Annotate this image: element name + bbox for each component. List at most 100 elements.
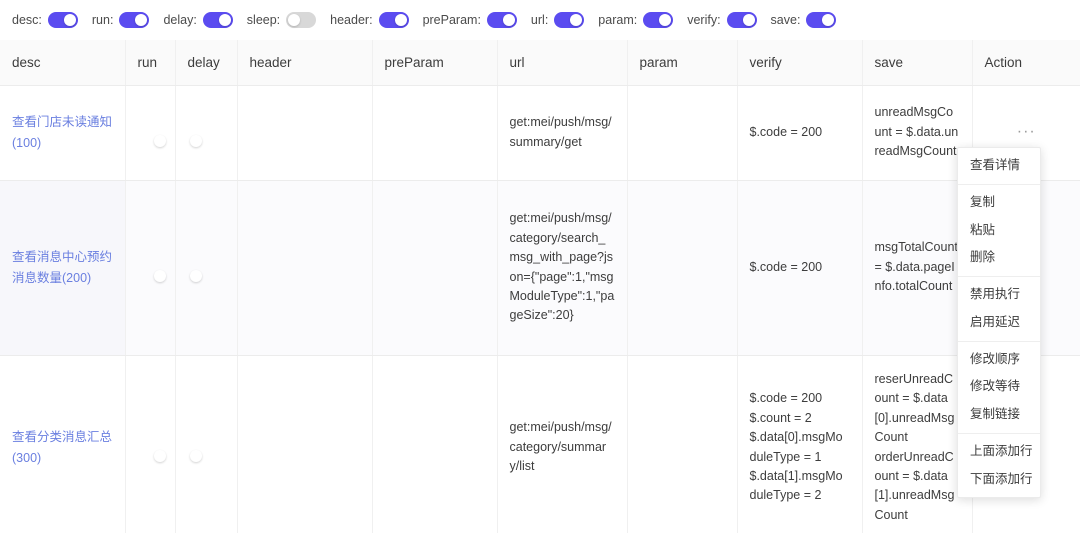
desc-link[interactable]: 查看分类消息汇总(300) <box>12 430 112 464</box>
toggle-sleep-group: sleep: <box>247 12 317 28</box>
toggle-header-group: header: <box>330 12 409 28</box>
request-table-container[interactable]: desc run delay header preParam url param verify… <box>0 40 1080 533</box>
column-header-preparam[interactable]: preParam <box>372 40 498 86</box>
menu-separator <box>958 276 1040 277</box>
desc-link[interactable]: 查看门店未读通知(100) <box>12 115 112 149</box>
row-run-toggle-knob <box>153 269 166 282</box>
toggle-save-knob <box>822 14 835 26</box>
column-header-desc[interactable]: desc <box>0 40 126 86</box>
column-header-header[interactable]: header <box>237 40 373 86</box>
column-header-param[interactable]: param <box>627 40 738 86</box>
cell-header <box>237 355 373 533</box>
cell-preparam <box>372 85 498 181</box>
toggle-delay-group: delay: <box>163 12 233 28</box>
toggle-url[interactable] <box>554 12 585 28</box>
cell-header <box>237 85 373 181</box>
row-delay-toggle-knob <box>189 134 202 147</box>
table-row[interactable]: 查看门店未读通知(100) get:mei/push/msg/summary/ge… <box>0 85 1080 181</box>
context-menu-item[interactable]: 修改顺序 <box>958 346 1040 374</box>
context-menu-item[interactable]: 上面添加行 <box>958 438 1040 466</box>
toggle-desc-label: desc: <box>12 13 42 27</box>
toggle-desc-knob <box>63 14 76 26</box>
cell-verify: $.code = 200 <box>737 180 863 356</box>
request-table: desc run delay header preParam url param verify… <box>0 40 1080 533</box>
toggle-preparam-label: preParam: <box>422 13 481 27</box>
toggle-delay-knob <box>218 14 231 26</box>
toggle-desc[interactable] <box>47 12 78 28</box>
toggle-run-knob <box>135 14 148 26</box>
toggle-url-group: url: <box>530 12 585 28</box>
cell-preparam <box>372 180 498 356</box>
toggle-verify[interactable] <box>726 12 757 28</box>
toggle-save-group: save: <box>771 12 837 28</box>
toggle-delay-label: delay: <box>163 13 197 27</box>
cell-url: get:mei/push/msg/category/summary/list <box>497 355 628 533</box>
toggle-header[interactable] <box>378 12 409 28</box>
column-header-run[interactable]: run <box>125 40 176 86</box>
toggle-url-knob <box>570 14 583 26</box>
context-menu-item[interactable]: 禁用执行 <box>958 281 1040 309</box>
toggle-preparam[interactable] <box>486 12 517 28</box>
cell-header <box>237 180 373 356</box>
row-more-actions-icon[interactable]: ··· <box>1017 123 1036 140</box>
toggle-param-knob <box>659 14 672 26</box>
context-menu-item[interactable]: 启用延迟 <box>958 309 1040 337</box>
toggle-run[interactable] <box>119 12 150 28</box>
cell-verify: $.code = 200 $.count = 2 $.data[0].msgMo… <box>737 355 863 533</box>
cell-delay <box>175 180 238 356</box>
column-header-save[interactable]: save <box>862 40 973 86</box>
context-menu-item[interactable]: 粘贴 <box>958 217 1040 245</box>
row-run-toggle-knob <box>153 449 166 462</box>
cell-verify: $.code = 200 <box>737 85 863 181</box>
cell-preparam <box>372 355 498 533</box>
cell-delay <box>175 355 238 533</box>
cell-param <box>627 355 738 533</box>
context-menu-item[interactable]: 复制 <box>958 189 1040 217</box>
toggle-save-label: save: <box>770 13 801 27</box>
app-root: desc: run: delay: sleep: header: preParam: url… <box>0 0 1080 533</box>
column-header-delay[interactable]: delay <box>175 40 238 86</box>
table-header-row: desc run delay header preParam url param verify… <box>0 40 1080 86</box>
toggle-param-group: param: <box>598 12 674 28</box>
cell-param <box>627 85 738 181</box>
column-header-url[interactable]: url <box>497 40 628 86</box>
toggle-verify-knob <box>742 14 755 26</box>
context-menu-item[interactable]: 下面添加行 <box>958 466 1040 494</box>
context-menu-item[interactable]: 复制链接 <box>958 401 1040 429</box>
context-menu-item[interactable]: 修改等待 <box>958 373 1040 401</box>
toggle-desc-group: desc: <box>12 12 78 28</box>
toggle-preparam-knob <box>502 14 515 26</box>
row-delay-toggle-knob <box>189 449 202 462</box>
cell-save: msgTotalCount = $.data.pageInfo.totalCou… <box>862 180 973 356</box>
row-delay-toggle-knob <box>189 269 202 282</box>
row-context-menu[interactable]: 查看详情复制 粘贴 删除禁用执行 启用延迟修改顺序 修改等待 复制链接上面添加行 下面添加行 <box>957 147 1041 499</box>
table-row[interactable]: 查看消息中心预约消息数量(200) get:mei/push/msg/catego… <box>0 180 1080 356</box>
row-run-toggle-knob <box>153 134 166 147</box>
cell-param <box>627 180 738 356</box>
column-header-action[interactable]: Action <box>972 40 1080 86</box>
toggle-header-label: header: <box>330 13 373 27</box>
toggle-sleep-knob <box>288 14 301 26</box>
toggle-preparam-group: preParam: <box>423 12 517 28</box>
column-visibility-toolbar: desc: run: delay: sleep: header: preParam: url… <box>0 0 1080 40</box>
toggle-param[interactable] <box>643 12 674 28</box>
toggle-verify-label: verify: <box>687 13 721 27</box>
table-head: desc run delay header preParam url param verify… <box>0 40 1080 86</box>
toggle-delay[interactable] <box>202 12 233 28</box>
context-menu-item[interactable]: 查看详情 <box>958 152 1040 180</box>
table-body: 查看门店未读通知(100) get:mei/push/msg/summary/ge… <box>0 85 1080 533</box>
toggle-save[interactable] <box>806 12 837 28</box>
cell-save: reserUnreadCount = $.data[0].unreadMsgCo… <box>862 355 973 533</box>
table-row[interactable]: 查看分类消息汇总(300) get:mei/push/msg/category/s… <box>0 355 1080 533</box>
column-header-verify[interactable]: verify <box>737 40 863 86</box>
toggle-sleep[interactable] <box>286 12 317 28</box>
cell-desc: 查看门店未读通知(100) <box>0 85 126 181</box>
cell-run <box>125 180 176 356</box>
toggle-url-label: url: <box>530 13 549 27</box>
context-menu-item[interactable]: 删除 <box>958 244 1040 272</box>
menu-separator <box>958 183 1040 185</box>
desc-link[interactable]: 查看消息中心预约消息数量(200) <box>12 250 112 284</box>
toggle-param-label: param: <box>598 13 638 27</box>
cell-run <box>125 85 176 181</box>
toggle-header-knob <box>394 14 407 26</box>
